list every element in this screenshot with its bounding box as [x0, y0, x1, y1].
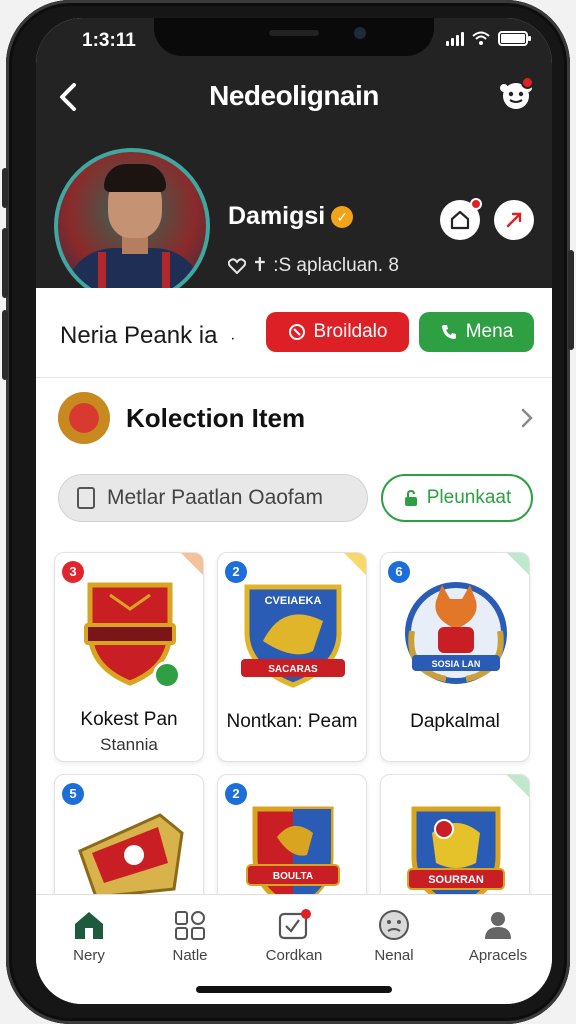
lock-icon — [404, 489, 417, 506]
search-placeholder: Metlar Paatlan Oaofam — [107, 486, 323, 509]
face-icon — [379, 910, 409, 940]
checkbox-icon — [278, 909, 311, 940]
filter-button[interactable]: Pleunkaat — [381, 474, 533, 522]
nav-label: Apracels — [468, 947, 528, 964]
share-icon — [506, 212, 522, 228]
crest-ribbon-text: SOURRAN — [428, 874, 484, 886]
notifications-button[interactable] — [498, 76, 534, 112]
crest-top-text: CVEIAEKA — [265, 595, 322, 607]
nav-label: Nery — [73, 947, 105, 964]
notch — [154, 18, 434, 56]
item-name: Nontkan: Peam — [226, 711, 358, 732]
search-box-icon — [77, 487, 95, 509]
primary-action-button[interactable]: Broildalo — [266, 312, 409, 352]
phone-icon — [441, 325, 456, 339]
item-card[interactable]: 3 Kokest Pan Stannia — [54, 552, 204, 762]
home-indicator[interactable] — [196, 986, 392, 993]
action-label: Neria Peank ia · — [60, 322, 235, 350]
user-meta-text: ✝ :S aplacluan. 8 — [252, 255, 399, 276]
action-row: Neria Peank ia · Broildalo Mena — [36, 288, 552, 378]
house-icon — [450, 210, 470, 230]
crest-ribbon-text: BOULTA — [273, 871, 313, 882]
check-badge-icon — [153, 661, 181, 689]
tag-icon — [288, 324, 305, 340]
item-badge: 2 — [225, 561, 247, 583]
action-label-text: Neria Peank ia — [60, 322, 218, 349]
share-button[interactable] — [494, 200, 534, 240]
item-name: Kokest Pan — [80, 709, 178, 730]
filter-label: Pleunkaat — [426, 487, 512, 508]
signal-icon — [446, 30, 464, 46]
nav-label: Natle — [172, 947, 208, 964]
nav-item-profile[interactable]: Apracels — [448, 909, 548, 964]
profile-header: 1:3:11 Nedeolignain Damigsi ✓ ✝:S aplac… — [36, 18, 552, 308]
fox-crest-icon: SOSIA LAN — [405, 582, 507, 684]
item-subtitle: Stannia — [100, 735, 158, 754]
grid-icon — [175, 911, 205, 940]
item-card[interactable]: SOSIA LAN 6 Dapkalmal — [380, 552, 530, 762]
shop-button[interactable] — [440, 198, 482, 240]
secondary-action-button[interactable]: Mena — [419, 312, 534, 352]
nav-item-face[interactable]: Nenal — [344, 909, 444, 964]
page-title: Nedeolignain — [209, 80, 379, 111]
nav-item-checkbox[interactable]: Cordkan — [244, 909, 344, 964]
wifi-icon — [472, 31, 490, 45]
search-input[interactable]: Metlar Paatlan Oaofam — [58, 474, 368, 522]
item-name: Dapkalmal — [410, 711, 500, 732]
mute-switch — [2, 168, 8, 208]
verified-icon: ✓ — [331, 205, 354, 228]
nav-item-home[interactable]: Nery — [39, 909, 139, 964]
horse-crest-icon: CVEIAEKA SACARAS — [241, 584, 345, 688]
item-badge: 3 — [62, 561, 84, 583]
collection-badge-icon — [58, 392, 110, 444]
primary-action-label: Broildalo — [313, 321, 388, 342]
crest-ribbon-text: SOSIA LAN — [432, 659, 481, 669]
notification-dot — [521, 76, 534, 89]
collection-title: Kolection Item — [126, 402, 306, 433]
item-badge: 6 — [388, 561, 410, 583]
nav-label: Cordkan — [265, 947, 323, 964]
user-meta: ✝ :S aplacluan. 8 — [228, 254, 399, 277]
nav-item-grid[interactable]: Natle — [140, 909, 240, 964]
phone-frame: 1:3:11 Nedeolignain Damigsi ✓ ✝:S aplac… — [2, 0, 574, 1024]
screen: 1:3:11 Nedeolignain Damigsi ✓ ✝:S aplac… — [36, 18, 552, 1004]
volume-down-button — [2, 310, 8, 380]
person-icon — [485, 912, 511, 939]
volume-up-button — [2, 228, 8, 298]
status-icons — [446, 30, 531, 46]
collection-section: Kolection Item Metlar Paatlan Oaofam Ple… — [36, 378, 552, 924]
user-name-text: Damigsi — [228, 202, 326, 230]
chevron-right-icon — [521, 408, 533, 428]
secondary-action-label: Mena — [465, 321, 514, 342]
status-time: 1:3:11 — [82, 30, 136, 51]
camera — [354, 27, 366, 39]
crest-ribbon-text: SACARAS — [268, 664, 318, 675]
avatar[interactable] — [54, 148, 210, 304]
shop-badge — [470, 198, 482, 210]
item-card[interactable]: CVEIAEKA SACARAS 2 Nontkan: Peam — [217, 552, 367, 762]
battery-icon — [498, 30, 531, 46]
item-badge: 5 — [62, 783, 84, 805]
heart-icon — [228, 257, 246, 274]
speaker-grille — [269, 30, 319, 36]
power-button — [568, 250, 574, 350]
collection-header[interactable]: Kolection Item — [58, 390, 534, 446]
home-icon — [75, 912, 103, 939]
nav-label: Nenal — [374, 947, 414, 964]
action-label-dot: · — [230, 330, 236, 347]
avatar-hair — [104, 164, 166, 192]
item-badge: 2 — [225, 783, 247, 805]
user-name: Damigsi ✓ — [228, 202, 354, 231]
